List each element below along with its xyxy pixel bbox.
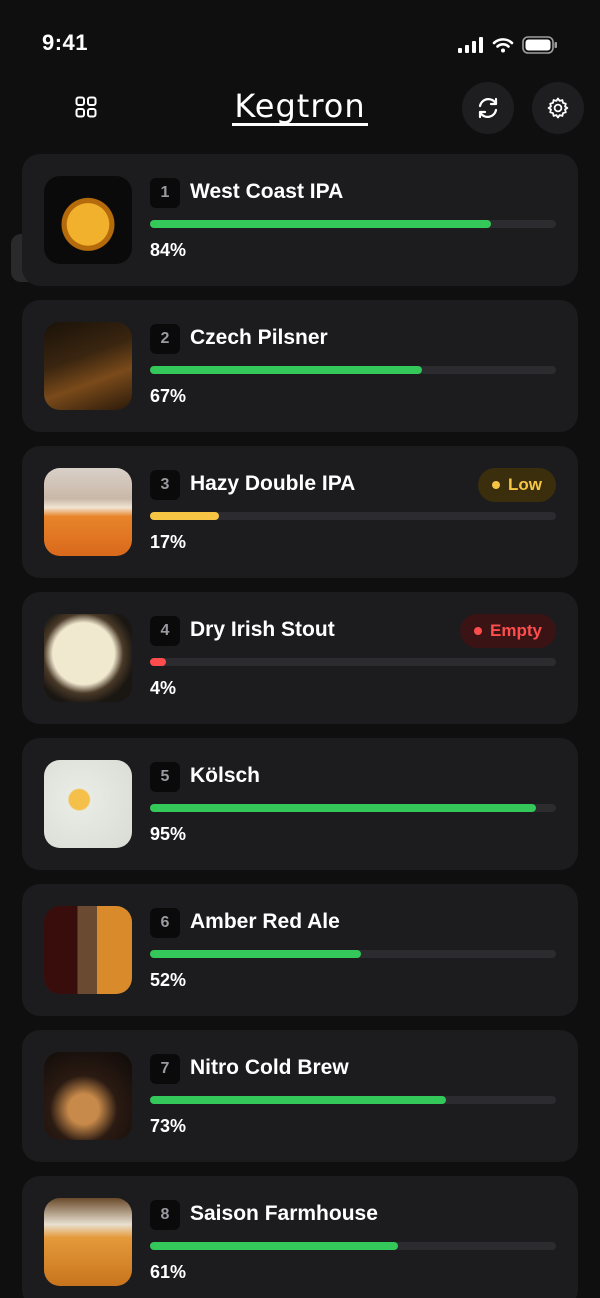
beer-photo <box>44 614 132 702</box>
level-percent: 84% <box>150 240 187 260</box>
level-percent: 52% <box>150 970 187 990</box>
beer-photo <box>44 1052 132 1140</box>
level-percent: 95% <box>150 824 187 844</box>
status-time: 9:41 <box>42 30 89 55</box>
tap-number: 1 <box>150 178 180 208</box>
beer-name: Czech Pilsner <box>190 326 328 349</box>
level-bar-fill <box>150 950 362 958</box>
beer-name: Kölsch <box>190 764 261 787</box>
level-bar-fill <box>150 658 167 666</box>
tap-list: 1 West Coast IPA 84% 2 Czech Pilsner 67%… <box>22 154 578 1298</box>
status-badge-label: Low <box>508 475 542 494</box>
status-badge: Empty <box>460 614 556 648</box>
level-percent: 67% <box>150 386 187 406</box>
tap-card-1[interactable]: 1 West Coast IPA 84% <box>22 154 578 286</box>
beer-photo <box>44 176 132 264</box>
beer-name: Amber Red Ale <box>190 910 340 933</box>
level-bar <box>150 950 556 958</box>
level-bar-fill <box>150 1242 398 1250</box>
tap-card-3[interactable]: 3 Hazy Double IPA Low 17% <box>22 446 578 578</box>
beer-name: Saison Farmhouse <box>190 1202 378 1225</box>
level-bar-fill <box>150 804 536 812</box>
beer-name: West Coast IPA <box>190 180 344 203</box>
beer-name: Hazy Double IPA <box>190 472 356 495</box>
refresh-icon <box>478 97 498 119</box>
level-bar <box>150 1096 556 1104</box>
level-bar <box>150 1242 556 1250</box>
settings-button[interactable] <box>532 82 584 134</box>
tap-number: 5 <box>150 762 180 792</box>
tap-number: 6 <box>150 908 180 938</box>
status-icons <box>458 36 558 54</box>
level-bar-fill <box>150 366 423 374</box>
level-bar <box>150 220 556 228</box>
tap-card-8[interactable]: 8 Saison Farmhouse 61% <box>22 1176 578 1298</box>
level-bar <box>150 512 556 520</box>
tap-card-2[interactable]: 2 Czech Pilsner 67% <box>22 300 578 432</box>
beer-photo <box>44 760 132 848</box>
tap-number: 8 <box>150 1200 180 1230</box>
beer-photo <box>44 468 132 556</box>
wifi-icon <box>492 38 514 53</box>
battery-icon <box>522 36 557 54</box>
beer-photo <box>44 906 132 994</box>
tap-number: 7 <box>150 1054 180 1084</box>
level-bar <box>150 658 556 666</box>
app-title: Kegtron <box>232 87 368 126</box>
level-bar-fill <box>150 512 220 520</box>
beer-name: Nitro Cold Brew <box>190 1056 349 1079</box>
gear-icon <box>547 97 569 119</box>
tap-card-7[interactable]: 7 Nitro Cold Brew 73% <box>22 1030 578 1162</box>
beer-photo <box>44 322 132 410</box>
cellular-signal-icon <box>458 37 483 53</box>
status-dot-icon <box>474 627 483 635</box>
level-bar-fill <box>150 1096 447 1104</box>
tap-number: 3 <box>150 470 180 500</box>
tap-card-5[interactable]: 5 Kölsch 95% <box>22 738 578 870</box>
tap-card-4[interactable]: 4 Dry Irish Stout Empty 4% <box>22 592 578 724</box>
status-badge-label: Empty <box>490 621 542 640</box>
beer-name: Dry Irish Stout <box>190 618 335 641</box>
tap-number: 2 <box>150 324 180 354</box>
level-bar <box>150 366 556 374</box>
tap-card-6[interactable]: 6 Amber Red Ale 52% <box>22 884 578 1016</box>
refresh-button[interactable] <box>462 82 514 134</box>
top-bar: Kegtron <box>0 80 600 282</box>
level-percent: 17% <box>150 532 187 552</box>
status-badge: Low <box>478 468 556 502</box>
level-percent: 4% <box>150 678 177 698</box>
level-bar-fill <box>150 220 492 228</box>
status-bar: 9:41 <box>0 0 600 80</box>
level-bar <box>150 804 556 812</box>
tap-number: 4 <box>150 616 180 646</box>
level-percent: 61% <box>150 1262 187 1282</box>
status-dot-icon <box>492 481 500 489</box>
level-percent: 73% <box>150 1116 187 1136</box>
beer-photo <box>44 1198 132 1286</box>
